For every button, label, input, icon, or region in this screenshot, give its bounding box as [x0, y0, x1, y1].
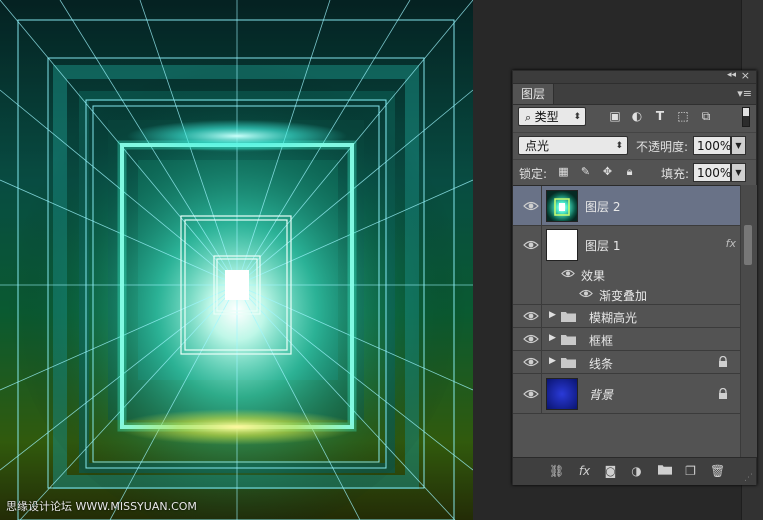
eye-icon[interactable] — [579, 288, 595, 300]
expand-triangle-icon[interactable]: ▶ — [549, 356, 556, 366]
layers-panel: ◂◂ × 图层 ▾≡ ⌕ 类型 ⬍ ▣ ◐ T ⬚ ⧉ 点光 ⬍ 不透明度: 1… — [512, 69, 757, 485]
eye-icon[interactable] — [523, 388, 539, 400]
adjustment-icon[interactable]: ◑ — [629, 464, 644, 478]
layer-filter-row: ⌕ 类型 ⬍ ▣ ◐ T ⬚ ⧉ — [513, 104, 756, 130]
lock-icon — [718, 387, 728, 403]
trash-icon[interactable]: 🗑︎ — [710, 464, 725, 478]
lock-image-pixels-icon[interactable]: ✎ — [579, 165, 592, 178]
panel-titlebar[interactable]: ◂◂ × — [513, 69, 756, 84]
eye-icon[interactable] — [523, 239, 539, 251]
layer-row-background[interactable]: 背景 — [513, 374, 740, 414]
layers-list: 图层 2 图层 1 fx 效果 渐变叠加 ▶ 模糊高光 ▶ 框框 ▶ 线条 背景 — [513, 185, 740, 458]
filter-kind-label: 类型 — [534, 110, 559, 124]
fx-icon-text: fx — [578, 464, 591, 478]
blend-mode-value: 点光 — [525, 139, 550, 153]
scrollbar-thumb[interactable] — [744, 225, 752, 265]
layer-thumbnail — [546, 229, 578, 261]
new-layer-icon[interactable]: ❐ — [683, 464, 698, 478]
visibility-column — [513, 284, 542, 304]
expand-triangle-icon[interactable]: ▶ — [549, 333, 556, 343]
layer-name[interactable]: 背景 — [589, 386, 613, 403]
tab-layers[interactable]: 图层 — [513, 84, 554, 104]
eye-icon[interactable] — [523, 356, 539, 368]
watermark-text: 思缘设计论坛 WWW.MISSYUAN.COM — [6, 500, 197, 513]
lock-all-icon[interactable]: 🔒︎ — [623, 165, 636, 178]
filter-toggle-switch[interactable] — [742, 107, 750, 127]
layer-name[interactable]: 线条 — [589, 355, 613, 372]
panel-menu-icon[interactable]: ▾≡ — [737, 87, 752, 100]
layer-group-frames[interactable]: ▶ 框框 — [513, 328, 740, 351]
effects-row[interactable]: 效果 — [513, 264, 740, 284]
folder-icon — [561, 311, 576, 322]
fx-badge-icon[interactable]: fx — [726, 237, 736, 250]
layer-name[interactable]: 模糊高光 — [589, 309, 637, 326]
eye-icon[interactable] — [523, 333, 539, 345]
collapse-icon[interactable]: ◂◂ — [727, 70, 736, 80]
layer-row-layer2[interactable]: 图层 2 — [513, 186, 740, 226]
opacity-label: 不透明度: — [636, 140, 689, 154]
lock-fill-row: 锁定: ▦ ✎ ✥ 🔒︎ 填充: 100% ▼ — [513, 159, 756, 186]
layer-thumbnail — [546, 190, 578, 222]
lock-label: 锁定: — [519, 167, 548, 181]
filter-kind-dropdown[interactable]: ⌕ 类型 ⬍ — [518, 107, 586, 126]
type-filter-icon[interactable]: T — [653, 109, 667, 123]
eye-icon[interactable] — [561, 268, 577, 280]
smart-object-filter-icon[interactable]: ⧉ — [699, 109, 713, 123]
shape-filter-icon[interactable]: ⬚ — [676, 109, 690, 123]
layer-name[interactable]: 图层 1 — [585, 237, 620, 254]
layers-scrollbar[interactable] — [740, 185, 757, 457]
close-icon[interactable]: × — [741, 69, 750, 82]
folder-icon — [561, 334, 576, 345]
resize-grip-icon[interactable]: ⋰ — [744, 473, 754, 483]
fill-chevron-down-icon[interactable]: ▼ — [731, 163, 746, 182]
layer-group-blur-highlight[interactable]: ▶ 模糊高光 — [513, 305, 740, 328]
document-canvas[interactable]: 思缘设计论坛 WWW.MISSYUAN.COM — [0, 0, 473, 520]
visibility-column — [513, 264, 542, 284]
canvas-artwork — [0, 0, 473, 520]
expand-triangle-icon[interactable]: ▶ — [549, 310, 556, 320]
eye-icon[interactable] — [523, 310, 539, 322]
lock-position-icon[interactable]: ✥ — [601, 165, 614, 178]
layer-row-layer1[interactable]: 图层 1 fx — [513, 226, 740, 264]
chevron-updown-icon: ⬍ — [573, 112, 581, 122]
opacity-input[interactable]: 100% — [693, 136, 731, 155]
photoshop-workspace: 思缘设计论坛 WWW.MISSYUAN.COM ◂◂ × 图层 ▾≡ ⌕ 类型 … — [0, 0, 763, 520]
blend-mode-dropdown[interactable]: 点光 ⬍ — [518, 136, 628, 155]
panel-bottom-toolbar: ⛓ fx ◙ ◑ ❐ 🗑︎ ⋰ — [513, 457, 756, 485]
layer-name[interactable]: 图层 2 — [585, 198, 620, 215]
layer-thumbnail — [546, 378, 578, 410]
layer-name[interactable]: 框框 — [589, 332, 613, 349]
mask-icon[interactable]: ◙ — [603, 464, 618, 478]
gradient-overlay-effect-row[interactable]: 渐变叠加 — [513, 284, 740, 305]
layer-group-lines[interactable]: ▶ 线条 — [513, 351, 740, 374]
effects-label: 效果 — [581, 269, 606, 283]
fill-input[interactable]: 100% — [693, 163, 731, 182]
image-filter-icon[interactable]: ▣ — [608, 109, 622, 123]
opacity-chevron-down-icon[interactable]: ▼ — [731, 136, 746, 155]
chevron-updown-icon: ⬍ — [615, 141, 623, 151]
eye-icon[interactable] — [523, 200, 539, 212]
gradient-overlay-label: 渐变叠加 — [599, 289, 648, 303]
fill-label: 填充: — [661, 167, 690, 181]
folder-icon — [561, 357, 576, 368]
lock-transparent-pixels-icon[interactable]: ▦ — [557, 165, 570, 178]
blend-opacity-row: 点光 ⬍ 不透明度: 100% ▼ — [513, 132, 756, 159]
search-icon: ⌕ — [525, 111, 535, 124]
fx-icon[interactable]: fx — [577, 464, 592, 478]
group-folder-icon[interactable] — [657, 464, 672, 478]
lock-icon — [718, 355, 728, 371]
link-icon[interactable]: ⛓ — [549, 464, 564, 478]
panel-tabbar: 图层 ▾≡ — [513, 84, 756, 105]
adjustment-filter-icon[interactable]: ◐ — [630, 109, 644, 123]
